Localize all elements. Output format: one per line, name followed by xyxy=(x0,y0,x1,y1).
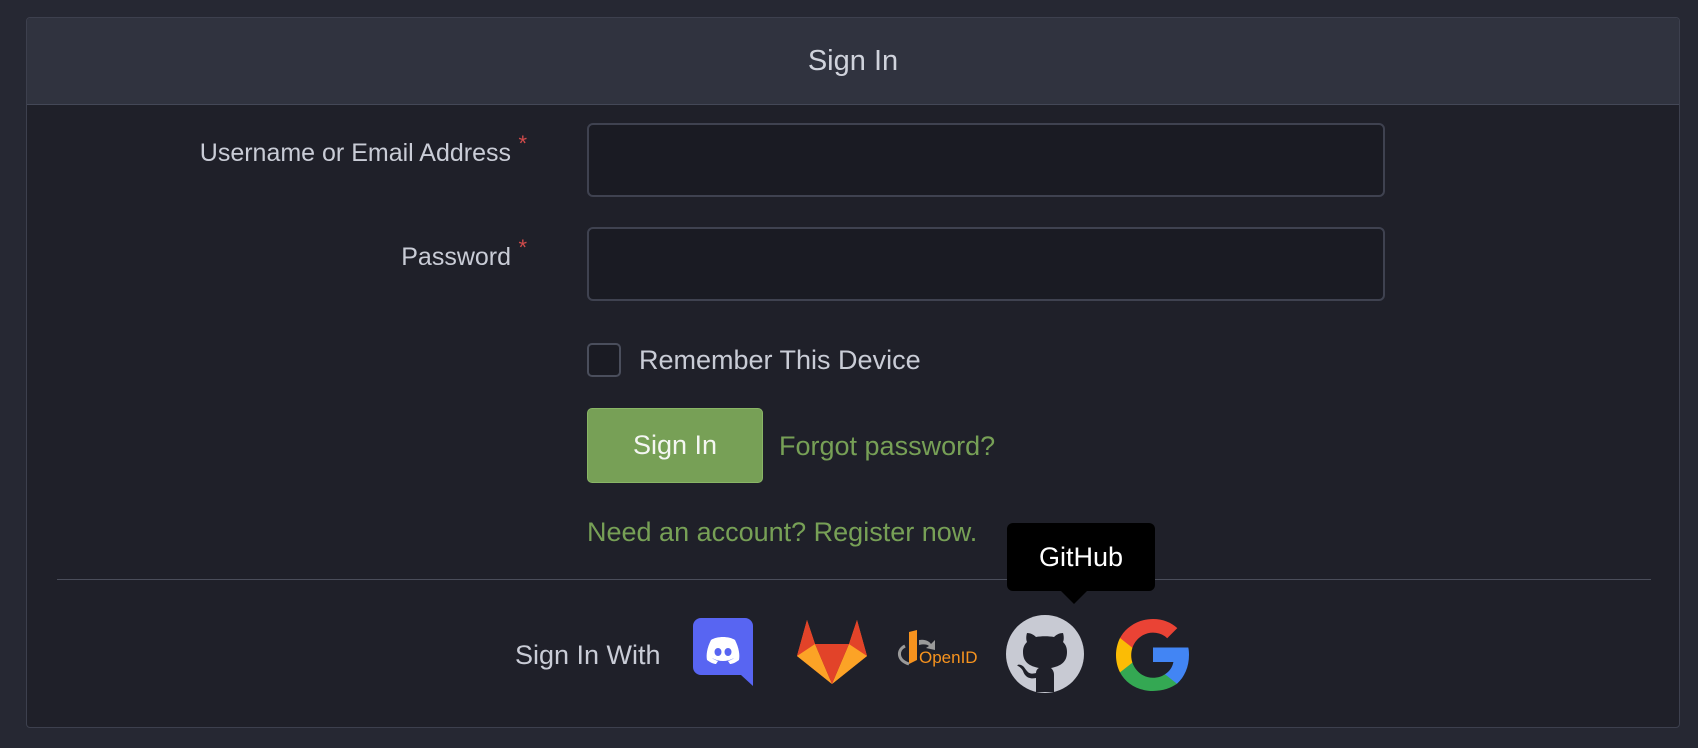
gitlab-signin-button[interactable] xyxy=(795,618,869,689)
google-icon xyxy=(1116,619,1189,691)
password-input[interactable] xyxy=(587,227,1385,301)
openid-signin-button[interactable]: OpenID xyxy=(895,626,981,675)
openid-text: OpenID xyxy=(919,648,978,667)
remember-checkbox[interactable] xyxy=(587,343,621,377)
divider xyxy=(57,579,1651,580)
username-input[interactable] xyxy=(587,123,1385,197)
signin-with-label: Sign In With xyxy=(515,640,661,670)
gitlab-icon xyxy=(797,620,867,684)
forgot-password-link[interactable]: Forgot password? xyxy=(779,431,995,462)
google-signin-button[interactable] xyxy=(1113,614,1193,699)
required-marker: * xyxy=(518,235,527,260)
card-header: Sign In xyxy=(27,18,1679,105)
tooltip: GitHub xyxy=(1007,523,1155,591)
password-label: Password * xyxy=(401,235,527,272)
password-label-text: Password xyxy=(401,243,511,271)
page-title: Sign In xyxy=(807,44,899,77)
openid-icon: OpenID xyxy=(898,630,978,667)
github-icon xyxy=(1006,615,1084,693)
signin-card: Sign In Username or Email Address * Pass… xyxy=(26,17,1680,728)
username-label-text: Username or Email Address xyxy=(199,139,511,167)
username-label: Username or Email Address * xyxy=(199,131,527,168)
discord-signin-button[interactable] xyxy=(693,618,753,691)
required-marker: * xyxy=(518,131,527,156)
register-link[interactable]: Need an account? Register now. xyxy=(587,517,977,548)
tooltip-arrow xyxy=(1061,591,1087,604)
signin-button[interactable]: Sign In xyxy=(587,408,763,483)
discord-icon xyxy=(693,618,753,686)
github-signin-button[interactable] xyxy=(1005,614,1085,699)
remember-label[interactable]: Remember This Device xyxy=(639,345,921,376)
